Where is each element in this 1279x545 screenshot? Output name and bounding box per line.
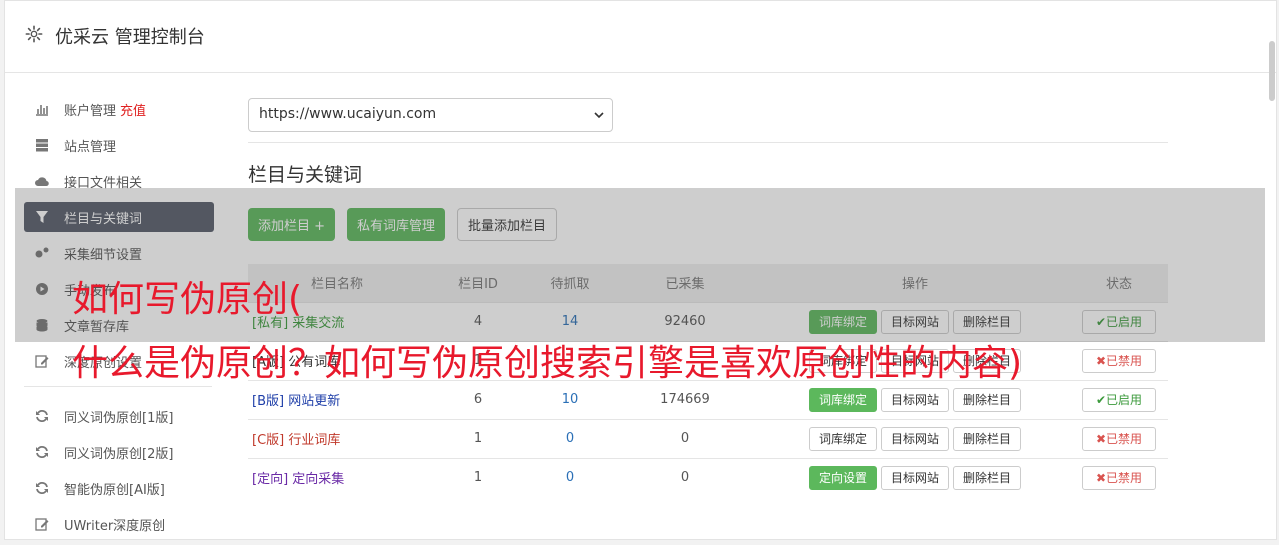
column-tag: [定向] (252, 472, 289, 488)
sidebar-item-synonym-v2[interactable]: 同义词伪原创[2版] (24, 437, 214, 467)
pending-count[interactable]: 0 (530, 418, 610, 458)
server-icon (34, 137, 50, 153)
chevron-down-icon (594, 112, 604, 119)
site-select-value: https://www.ucaiyun.com (259, 106, 437, 122)
column-id: 1 (426, 457, 530, 497)
status-badge[interactable]: ✖ 已禁用 (1082, 465, 1156, 490)
collected-count: 0 (610, 457, 760, 497)
column-name-cell[interactable]: [定向] 定向采集 (248, 457, 426, 497)
overlay-title-line2: 什么是伪原创？如何写伪原创搜索引擎是喜欢原创性的内容) (72, 343, 1023, 384)
sidebar-item-label: 同义词伪原创[1版] (64, 410, 174, 426)
target-site-button[interactable]: 目标网站 (880, 426, 949, 451)
status-cell: ✖ 已禁用 (1070, 340, 1168, 380)
sidebar-item-ai[interactable]: 智能伪原创[AI版] (24, 473, 214, 503)
refresh-icon (34, 444, 50, 460)
column-name[interactable]: 网站更新 (288, 394, 340, 409)
cloud-upload-icon (34, 173, 50, 189)
status-badge[interactable]: ✖ 已禁用 (1082, 426, 1156, 451)
section-title: 栏目与关键词 (248, 164, 363, 186)
page-title: 优采云 管理控制台 (55, 27, 205, 48)
header: 优采云 管理控制台 (5, 1, 1276, 73)
bind-lib-button[interactable]: 词库绑定 (808, 387, 877, 412)
sidebar-divider (24, 386, 212, 387)
main-content: https://www.ucaiyun.com 栏目与关键词 添加栏目 + 私有… (248, 98, 1168, 497)
status-cell: ✖ 已禁用 (1070, 418, 1168, 458)
refresh-icon (34, 408, 50, 424)
cross-icon: ✖ (1095, 470, 1107, 485)
collected-count: 0 (610, 418, 760, 458)
status-cell: ✖ 已禁用 (1070, 457, 1168, 497)
sidebar-item-sites[interactable]: 站点管理 (24, 130, 214, 160)
sidebar-item-label: 智能伪原创[AI版] (64, 482, 165, 498)
table-row: [C版] 行业词库 1 0 0 词库绑定 目标网站 删除栏目 ✖ 已禁用 (248, 418, 1168, 458)
column-name-cell[interactable]: [C版] 行业词库 (248, 418, 426, 458)
sidebar-item-label: 站点管理 (64, 139, 117, 155)
divider (248, 142, 1168, 143)
column-tag: [C版] (252, 433, 285, 448)
column-tag: [B版] (252, 394, 285, 409)
column-name[interactable]: 行业词库 (288, 433, 340, 448)
sidebar-item-label: 同义词伪原创[2版] (64, 446, 174, 462)
pending-count[interactable]: 0 (530, 457, 610, 497)
gear-icon (25, 25, 43, 43)
delete-column-button[interactable]: 删除栏目 (953, 465, 1022, 490)
table-row: [定向] 定向采集 1 0 0 定向设置 目标网站 删除栏目 ✖ 已禁用 (248, 457, 1168, 497)
check-icon: ✔ (1095, 392, 1107, 407)
bind-lib-button[interactable]: 定向设置 (808, 465, 877, 490)
sidebar-item-synonym-v1[interactable]: 同义词伪原创[1版] (24, 401, 214, 431)
actions-cell: 定向设置 目标网站 删除栏目 (760, 457, 1070, 497)
refresh-icon (34, 480, 50, 496)
sidebar-item-label: 账户管理 (64, 103, 117, 119)
sidebar-item-label: UWriter深度原创 (64, 518, 166, 534)
scrollbar[interactable] (1269, 41, 1275, 101)
status-label: 已禁用 (1106, 432, 1143, 446)
sidebar-item-uwriter[interactable]: UWriter深度原创 (24, 509, 214, 539)
bind-lib-button[interactable]: 词库绑定 (808, 426, 877, 451)
overlay-title-line1: 如何写伪原创( (72, 279, 303, 320)
cross-icon: ✖ (1095, 431, 1107, 446)
status-label: 已禁用 (1106, 471, 1143, 486)
site-select[interactable]: https://www.ucaiyun.com (248, 98, 613, 132)
delete-column-button[interactable]: 删除栏目 (953, 387, 1022, 412)
status-cell: ✔ 已启用 (1070, 379, 1168, 419)
edit-icon (34, 353, 50, 369)
status-label: 已禁用 (1106, 354, 1143, 368)
column-name[interactable]: 定向采集 (292, 472, 344, 487)
delete-column-button[interactable]: 删除栏目 (953, 426, 1022, 451)
target-site-button[interactable]: 目标网站 (880, 465, 949, 490)
column-id: 1 (426, 418, 530, 458)
sidebar-item-account[interactable]: 账户管理 充值 (24, 94, 214, 124)
bar-chart-icon (34, 101, 50, 117)
status-badge[interactable]: ✖ 已禁用 (1082, 348, 1156, 373)
recharge-link[interactable]: 充值 (120, 100, 146, 119)
target-site-button[interactable]: 目标网站 (880, 387, 949, 412)
status-badge[interactable]: ✔ 已启用 (1082, 387, 1156, 412)
status-label: 已启用 (1106, 393, 1143, 407)
cross-icon: ✖ (1095, 353, 1107, 368)
actions-cell: 词库绑定 目标网站 删除栏目 (760, 418, 1070, 458)
